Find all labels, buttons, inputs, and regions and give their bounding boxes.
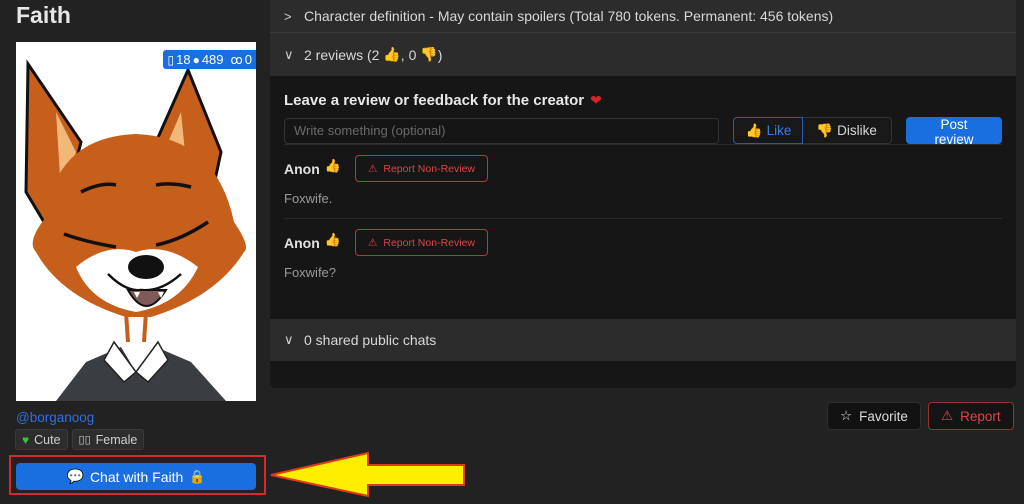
annotation-arrow (270, 451, 465, 498)
report-label: Report Non-Review (383, 236, 475, 249)
review-input[interactable] (284, 117, 719, 144)
users-icon: ꝏ (230, 52, 243, 67)
report-label: Report Non-Review (383, 162, 475, 175)
tag-list: ♥ Cute ▯▯ Female (15, 429, 145, 450)
tag-label: Cute (34, 432, 61, 447)
chevron-right-icon: > (284, 8, 292, 24)
chat-bubbles-icon: 💬 (66, 468, 84, 484)
tag-cute[interactable]: ♥ Cute (15, 429, 68, 450)
review-author: Anon (284, 234, 320, 251)
chat-count: 489 (201, 52, 224, 67)
character-name: Faith (16, 2, 71, 28)
reviews-section: Leave a review or feedback for the creat… (270, 76, 1016, 292)
character-stats-badge: ▯ 18 ● 489 ꝏ 0 (162, 50, 256, 69)
favorite-button[interactable]: ☆ Favorite (827, 402, 921, 430)
reviews-count-middle: , 0 (400, 46, 417, 63)
green-heart-icon: ♥ (22, 432, 30, 447)
chat-bubbles-icon: ● (192, 52, 200, 67)
creator-link[interactable]: @borganoog (16, 410, 94, 425)
star-icon: ☆ (840, 408, 853, 423)
thumbs-down-icon: 👎 (816, 122, 834, 138)
thumbs-up-icon: 👍 (324, 231, 341, 247)
character-page: Faith ▯ 18 ● 489 ꝏ 0 @borganoog ♥ Cute ▯… (0, 0, 1024, 504)
accordion-title: 0 shared public chats (304, 332, 437, 348)
reviews-accordion[interactable]: ∨ 2 reviews (2 👍 , 0 👎 ) (270, 33, 1016, 76)
review-text: Foxwife. (284, 191, 333, 206)
thumbs-up-icon: 👍 (745, 122, 763, 138)
thumbs-down-icon: 👎 (416, 46, 438, 62)
post-review-button[interactable]: Post review (905, 117, 1002, 147)
dislike-label: Dislike (837, 123, 877, 138)
reviews-count-prefix: 2 reviews (2 (304, 46, 380, 63)
chevron-down-icon: ∨ (284, 332, 294, 347)
thumbs-up-icon: 👍 (379, 46, 401, 62)
accordion-title: Character definition - May contain spoil… (304, 8, 834, 24)
vote-toggle-group: 👍 Like 👎 Dislike (732, 117, 892, 144)
thumbs-up-icon: 👍 (324, 157, 341, 173)
review-text: Foxwife? (284, 265, 337, 280)
warning-icon: ⚠ (367, 236, 378, 249)
review-form-title: Leave a review or feedback for the creat… (284, 92, 1002, 109)
review-form-title-text: Leave a review or feedback for the creat… (284, 92, 585, 109)
review-item: Anon 👍 ⚠ Report Non-Review Foxwife? (284, 218, 1002, 292)
like-label: Like (766, 123, 792, 138)
character-definition-accordion[interactable]: > Character definition - May contain spo… (270, 0, 1016, 33)
lock-icon: 🔒 (189, 468, 206, 484)
shared-chats-accordion[interactable]: ∨ 0 shared public chats (270, 319, 1016, 361)
red-heart-icon: ❤ (590, 92, 602, 108)
document-icon: ▯ (167, 52, 175, 67)
review-item: Anon 👍 ⚠ Report Non-Review Foxwife. (284, 144, 1002, 218)
chat-with-character-button[interactable]: 💬 Chat with Faith 🔒 (16, 463, 256, 490)
user-count: 0 (244, 52, 252, 67)
report-label: Report (960, 408, 1001, 424)
chevron-down-icon: ∨ (284, 46, 294, 62)
tag-female[interactable]: ▯▯ Female (71, 429, 145, 450)
warning-icon: ⚠ (367, 162, 378, 175)
review-author: Anon (284, 160, 320, 177)
character-avatar: ▯ 18 ● 489 ꝏ 0 (16, 42, 256, 401)
like-button[interactable]: 👍 Like (732, 117, 804, 144)
report-non-review-button[interactable]: ⚠ Report Non-Review (354, 155, 488, 182)
fox-portrait-image (16, 42, 256, 401)
review-form: 👍 Like 👎 Dislike Post review (284, 117, 1002, 147)
report-non-review-button[interactable]: ⚠ Report Non-Review (354, 229, 488, 256)
tag-label: Female (95, 432, 138, 447)
favorite-label: Favorite (859, 408, 908, 424)
reviews-count-suffix: ) (437, 46, 443, 63)
missing-glyph-icon: ▯▯ (78, 434, 91, 446)
token-count: 18 (176, 52, 191, 67)
dislike-button[interactable]: 👎 Dislike (803, 117, 892, 144)
details-panel: > Character definition - May contain spo… (270, 0, 1016, 388)
warning-icon: ⚠ (941, 408, 954, 423)
report-button[interactable]: ⚠ Report (928, 402, 1014, 430)
chat-button-label: Chat with Faith (89, 468, 184, 485)
